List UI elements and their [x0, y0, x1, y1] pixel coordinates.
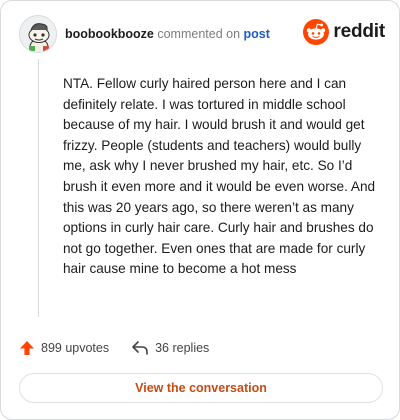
- comment-body: NTA. Fellow curly haired person here and…: [63, 76, 376, 277]
- upvote-arrow-icon: [20, 341, 34, 355]
- comment-actions: 899 upvotes 36 replies: [19, 337, 209, 359]
- reply-count: 36 replies: [155, 341, 210, 355]
- reply-arrow-icon: [132, 341, 148, 355]
- upvote-count: 899 upvotes: [41, 341, 110, 355]
- user-avatar[interactable]: [19, 15, 57, 53]
- upvote-button[interactable]: 899 upvotes: [19, 340, 109, 356]
- view-conversation-button[interactable]: View the conversation: [19, 373, 383, 403]
- brand-wordmark: reddit: [333, 21, 385, 42]
- action-text: commented on: [157, 27, 241, 41]
- snoo-avatar-icon: [20, 16, 56, 52]
- post-link[interactable]: post: [244, 27, 270, 41]
- comment-card: boobookbooze commented on post reddit NT…: [0, 0, 400, 420]
- reddit-logo[interactable]: reddit: [303, 19, 385, 45]
- username[interactable]: boobookbooze: [65, 27, 154, 41]
- thread-line[interactable]: [38, 59, 39, 317]
- comment-meta: boobookbooze commented on post: [65, 27, 270, 41]
- comment-header: boobookbooze commented on post reddit: [19, 15, 385, 55]
- reply-button[interactable]: 36 replies: [131, 340, 209, 356]
- reddit-snoo-icon: [303, 19, 330, 45]
